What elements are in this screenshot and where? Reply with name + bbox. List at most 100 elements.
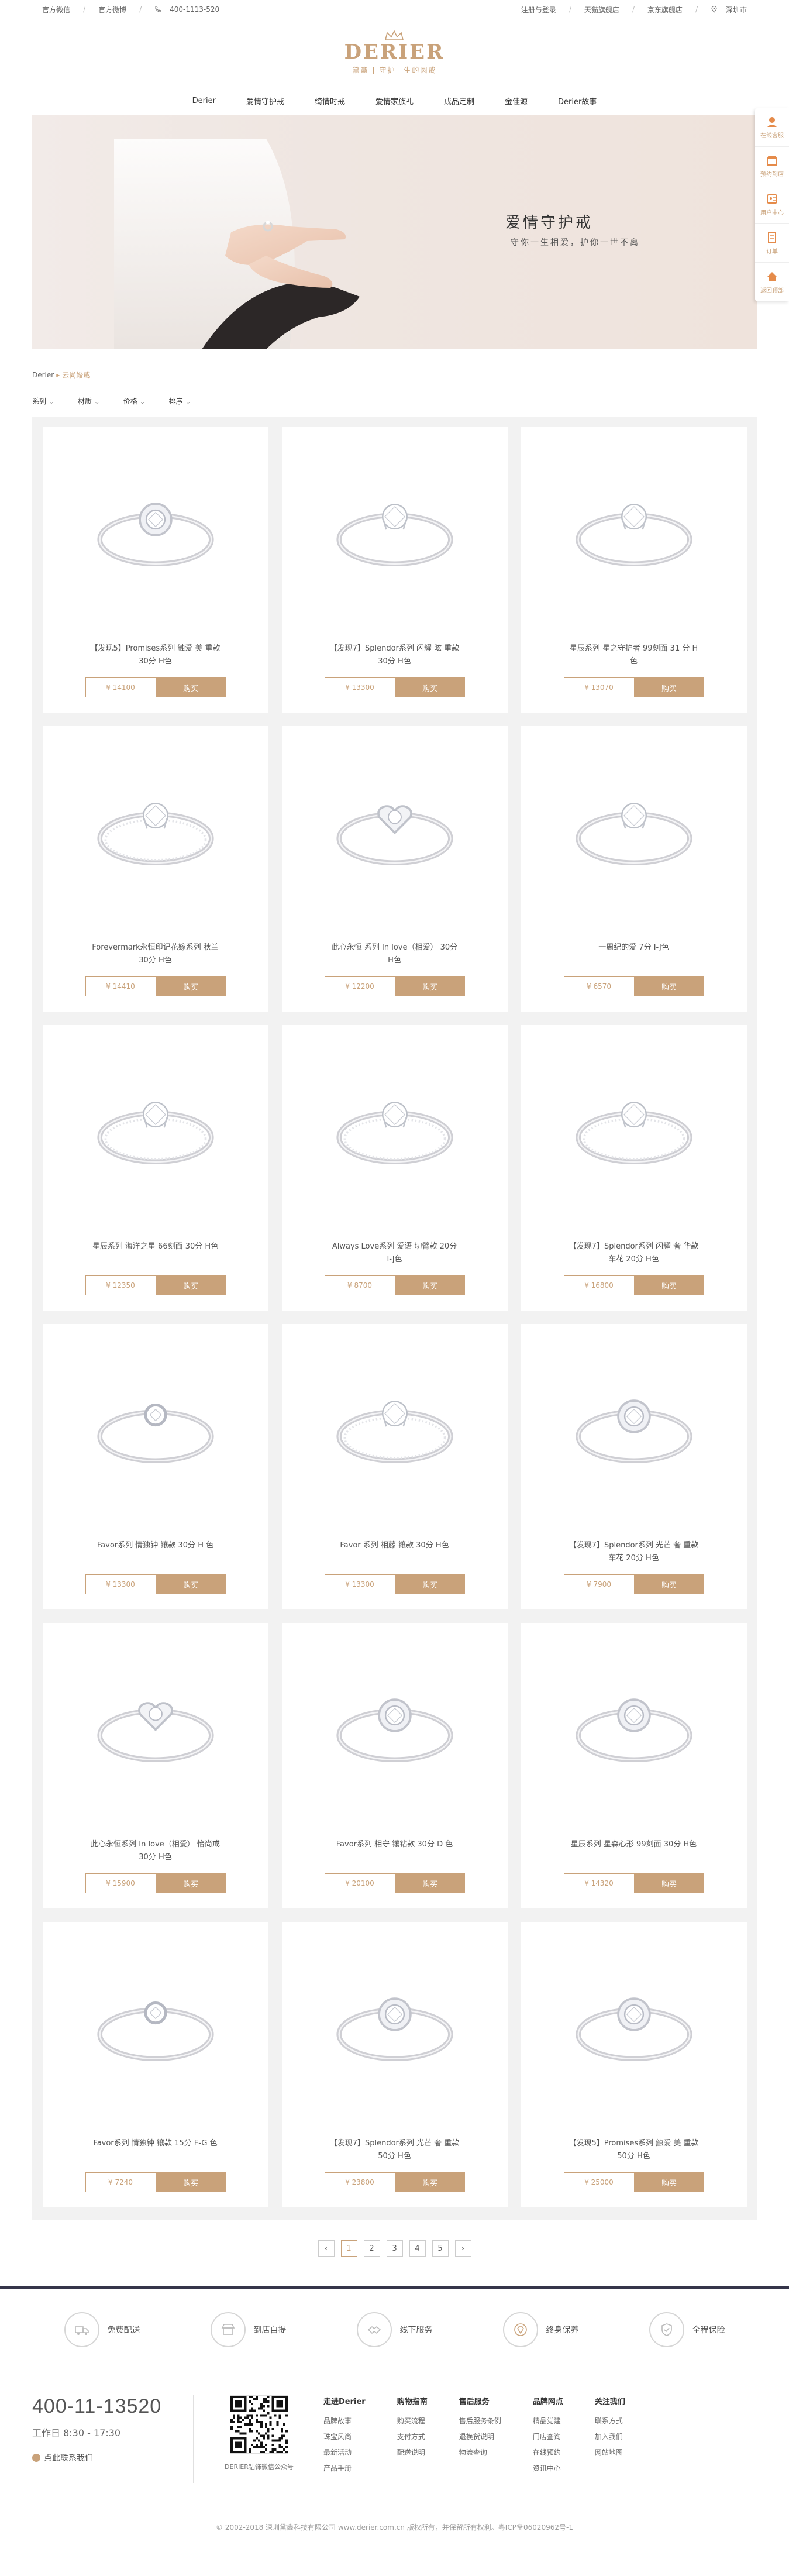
filter-sort[interactable]: 排序	[169, 396, 191, 406]
product-card[interactable]: 一周纪的爱 7分 I-J色 ¥ 6570 购买	[521, 726, 747, 1012]
breadcrumb-root[interactable]: Derier	[32, 371, 54, 379]
product-name[interactable]: 【发现5】Promises系列 触爱 美 重款 30分 H色	[89, 642, 222, 668]
buy-button[interactable]: 购买	[395, 1275, 465, 1295]
page-button[interactable]: 2	[363, 2240, 380, 2257]
ring-image[interactable]	[521, 1359, 747, 1499]
footer-link[interactable]: 网站地图	[595, 2445, 625, 2461]
ring-image[interactable]	[282, 1957, 508, 2097]
product-card[interactable]: 星辰系列 星之守护者 99刻面 31 分 H色 ¥ 13070 购买	[521, 427, 747, 713]
filter-price[interactable]: 价格	[123, 396, 146, 406]
float-item-order[interactable]: 订单	[755, 224, 789, 263]
product-card[interactable]: Favor系列 相守 镶钻款 30分 D 色 ¥ 20100 购买	[281, 1623, 508, 1908]
product-card[interactable]: 星辰系列 海洋之星 66刻面 30分 H色 ¥ 12350 购买	[42, 1025, 268, 1311]
float-item-service[interactable]: 在线客服	[755, 108, 789, 147]
site-logo[interactable]: DERIER 黛鑫 | 守护一生的圆戒	[344, 30, 445, 75]
ring-image[interactable]	[521, 1658, 747, 1798]
ring-image[interactable]	[43, 1957, 268, 2097]
product-name[interactable]: Favor系列 情独钟 镶款 30分 H 色	[89, 1539, 222, 1552]
float-item-top[interactable]: 返回顶部	[755, 263, 789, 301]
product-name[interactable]: 星辰系列 星之守护者 99刻面 31 分 H色	[568, 642, 700, 668]
product-card[interactable]: Favor系列 情独钟 镶款 15分 F-G 色 ¥ 7240 购买	[42, 1922, 268, 2207]
weibo-link[interactable]: 官方微博	[98, 5, 126, 15]
ring-image[interactable]	[282, 761, 508, 902]
product-name[interactable]: 此心永恒系列 In love（相爱） 怡尚戒 30分 H色	[89, 1838, 222, 1864]
float-item-user[interactable]: 用户中心	[755, 185, 789, 224]
footer-link[interactable]: 最新活动	[323, 2445, 366, 2461]
footer-link[interactable]: 在线预约	[533, 2445, 563, 2461]
footer-link[interactable]: 资讯中心	[533, 2461, 563, 2477]
product-name[interactable]: Forevermark永恒印记花嫁系列 秋兰 30分 H色	[89, 941, 222, 967]
product-card[interactable]: Favor系列 情独钟 镶款 30分 H 色 ¥ 13300 购买	[42, 1324, 268, 1609]
tmall-link[interactable]: 天猫旗舰店	[584, 5, 619, 15]
ring-image[interactable]	[282, 462, 508, 603]
ring-image[interactable]	[43, 761, 268, 902]
product-name[interactable]: 【发现5】Promises系列 触爱 美 重款 50分 H色	[568, 2137, 700, 2163]
nav-item-custom[interactable]: 成品定制	[440, 95, 478, 106]
buy-button[interactable]: 购买	[156, 677, 226, 697]
nav-item-romance[interactable]: 绮情时戒	[311, 95, 349, 106]
footer-link[interactable]: 物流查询	[459, 2445, 501, 2461]
buy-button[interactable]: 购买	[395, 1873, 465, 1893]
buy-button[interactable]: 购买	[634, 677, 704, 697]
product-card[interactable]: 此心永恒 系列 In love（相爱） 30分 H色 ¥ 12200 购买	[281, 726, 508, 1012]
buy-button[interactable]: 购买	[395, 976, 465, 996]
buy-button[interactable]: 购买	[156, 2172, 226, 2192]
footer-link[interactable]: 品牌故事	[323, 2413, 366, 2429]
ring-image[interactable]	[43, 1359, 268, 1499]
buy-button[interactable]: 购买	[634, 1873, 704, 1893]
product-card[interactable]: 【发现7】Splendor系列 闪耀 奢 华款 车花 20分 H色 ¥ 16800…	[521, 1025, 747, 1311]
ring-image[interactable]	[282, 1359, 508, 1499]
footer-link[interactable]: 精品党建	[533, 2413, 563, 2429]
product-name[interactable]: Favor系列 情独钟 镶款 15分 F-G 色	[89, 2137, 222, 2150]
footer-link[interactable]: 购买流程	[397, 2413, 428, 2429]
buy-button[interactable]: 购买	[395, 677, 465, 697]
product-card[interactable]: 【发现7】Splendor系列 光芒 奢 重款 50分 H色 ¥ 23800 购买	[281, 1922, 508, 2207]
float-item-appointment[interactable]: 预约到店	[755, 147, 789, 185]
buy-button[interactable]: 购买	[156, 1275, 226, 1295]
footer-link[interactable]: 配送说明	[397, 2445, 428, 2461]
buy-button[interactable]: 购买	[395, 1574, 465, 1594]
page-button[interactable]: 3	[386, 2240, 403, 2257]
product-name[interactable]: 【发现7】Splendor系列 闪耀 眩 重款 30分 H色	[329, 642, 461, 668]
ring-image[interactable]	[521, 1060, 747, 1201]
buy-button[interactable]: 购买	[634, 1574, 704, 1594]
footer-link[interactable]: 门店查询	[533, 2429, 563, 2445]
ring-image[interactable]	[521, 1957, 747, 2097]
footer-link[interactable]: 珠宝风尚	[323, 2429, 366, 2445]
product-card[interactable]: Forevermark永恒印记花嫁系列 秋兰 30分 H色 ¥ 14410 购买	[42, 726, 268, 1012]
product-card[interactable]: 此心永恒系列 In love（相爱） 怡尚戒 30分 H色 ¥ 15900 购买	[42, 1623, 268, 1908]
buy-button[interactable]: 购买	[395, 2172, 465, 2192]
ring-image[interactable]	[521, 462, 747, 603]
footer-link[interactable]: 加入我们	[595, 2429, 625, 2445]
prev-page-button[interactable]: ‹	[318, 2240, 335, 2257]
ring-image[interactable]	[43, 1658, 268, 1798]
login-link[interactable]: 注册与登录	[521, 5, 556, 15]
product-name[interactable]: 此心永恒 系列 In love（相爱） 30分 H色	[329, 941, 461, 967]
buy-button[interactable]: 购买	[156, 1873, 226, 1893]
product-name[interactable]: Always Love系列 爱语 切臂款 20分 I-J色	[329, 1240, 461, 1266]
ring-image[interactable]	[43, 462, 268, 603]
page-button[interactable]: 4	[409, 2240, 426, 2257]
product-name[interactable]: 一周纪的爱 7分 I-J色	[568, 941, 700, 954]
buy-button[interactable]: 购买	[634, 976, 704, 996]
buy-button[interactable]: 购买	[156, 1574, 226, 1594]
ring-image[interactable]	[282, 1060, 508, 1201]
buy-button[interactable]: 购买	[634, 1275, 704, 1295]
nav-item-gold[interactable]: 金佳源	[501, 95, 531, 106]
buy-button[interactable]: 购买	[156, 976, 226, 996]
product-name[interactable]: Favor系列 相守 镶钻款 30分 D 色	[329, 1838, 461, 1851]
city-selector[interactable]: 深圳市	[726, 5, 747, 15]
online-contact-link[interactable]: 点此联系我们	[32, 2452, 175, 2464]
product-name[interactable]: 【发现7】Splendor系列 闪耀 奢 华款 车花 20分 H色	[568, 1240, 700, 1266]
ring-image[interactable]	[521, 761, 747, 902]
page-button[interactable]: 1	[340, 2240, 357, 2257]
product-name[interactable]: 星辰系列 星森心形 99刻面 30分 H色	[568, 1838, 700, 1851]
product-card[interactable]: 【发现5】Promises系列 触爱 美 重款 50分 H色 ¥ 25000 购买	[521, 1922, 747, 2207]
ring-image[interactable]	[43, 1060, 268, 1201]
nav-item-derier[interactable]: Derier	[189, 97, 219, 105]
product-name[interactable]: Favor 系列 相藤 镶款 30分 H色	[329, 1539, 461, 1552]
footer-link[interactable]: 联系方式	[595, 2413, 625, 2429]
nav-item-love-guard[interactable]: 爱情守护戒	[243, 95, 288, 106]
product-name[interactable]: 【发现7】Splendor系列 光芒 奢 重款 50分 H色	[329, 2137, 461, 2163]
nav-item-family[interactable]: 爱情家族礼	[372, 95, 417, 106]
